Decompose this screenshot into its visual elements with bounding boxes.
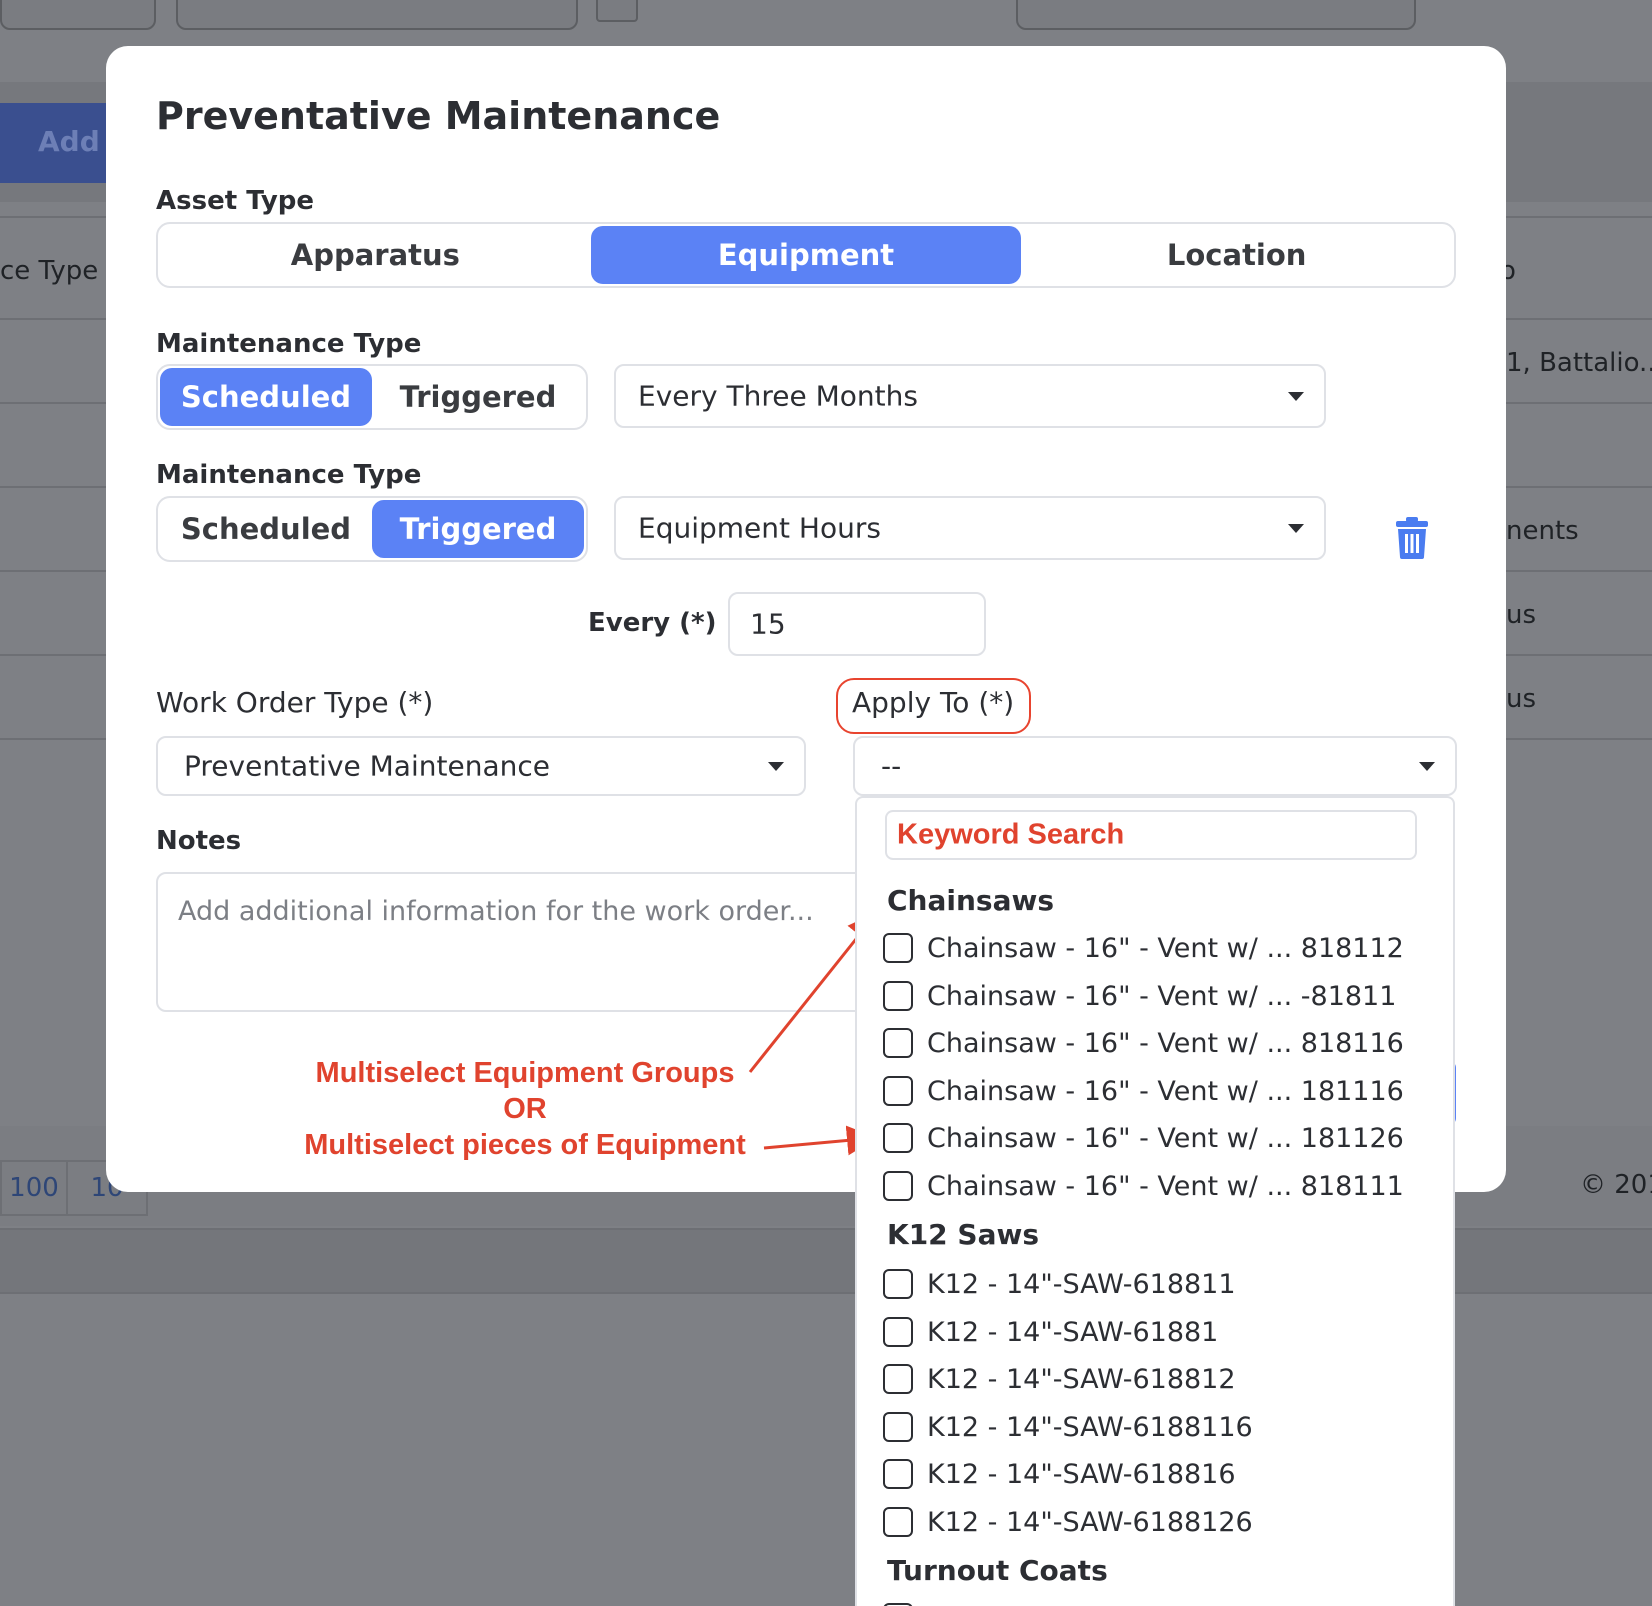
- keyword-search-input[interactable]: Keyword Search: [885, 810, 1417, 860]
- option-item[interactable]: K12 - 14"-SAW-618811: [883, 1264, 1236, 1304]
- checkbox[interactable]: [883, 981, 913, 1011]
- option-item[interactable]: K12 - 14"-SAW-618816: [883, 1454, 1236, 1494]
- checkbox[interactable]: [883, 933, 913, 963]
- checkbox[interactable]: [883, 1171, 913, 1201]
- checkbox[interactable]: [883, 1028, 913, 1058]
- option-label: Chainsaw - 16" - Vent w/ ... 818116: [927, 1027, 1404, 1059]
- group-turnout-coats[interactable]: Turnout Coats: [887, 1554, 1108, 1587]
- option-item[interactable]: Chainsaw - 16" - Vent w/ ... 818112: [883, 928, 1404, 968]
- option-item[interactable]: Chainsaw - 16" - Vent w/ ... 181116: [883, 1071, 1404, 1111]
- checkbox[interactable]: [883, 1076, 913, 1106]
- keyword-search-placeholder: Keyword Search: [897, 818, 1125, 851]
- option-label: Chainsaw - 16" - Vent w/ ... 818111: [927, 1170, 1404, 1202]
- checkbox[interactable]: [883, 1364, 913, 1394]
- checkbox[interactable]: [883, 1317, 913, 1347]
- checkbox[interactable]: [883, 1507, 913, 1537]
- option-item[interactable]: K12 - 14"-SAW-61881: [883, 1312, 1218, 1352]
- checkbox[interactable]: [883, 1459, 913, 1489]
- option-item[interactable]: Chainsaw - 16" - Vent w/ ... 181126: [883, 1118, 1404, 1158]
- option-item[interactable]: K12 - 14"-SAW-6188126: [883, 1502, 1253, 1542]
- option-item[interactable]: K12 - 14"-SAW-6188116: [883, 1407, 1253, 1447]
- option-label: K12 - 14"-SAW-618811: [927, 1268, 1236, 1300]
- option-item-partial[interactable]: [883, 1598, 927, 1606]
- apply-to-dropdown: Keyword Search Chainsaws Chainsaw - 16" …: [855, 796, 1455, 1606]
- checkbox[interactable]: [883, 1412, 913, 1442]
- option-item[interactable]: Chainsaw - 16" - Vent w/ ... 818111: [883, 1166, 1404, 1206]
- option-label: Chainsaw - 16" - Vent w/ ... 818112: [927, 932, 1404, 964]
- option-label: K12 - 14"-SAW-618812: [927, 1363, 1236, 1395]
- option-label: Chainsaw - 16" - Vent w/ ... 181116: [927, 1075, 1404, 1107]
- group-k12-saws[interactable]: K12 Saws: [887, 1218, 1039, 1251]
- option-item[interactable]: Chainsaw - 16" - Vent w/ ... -81811: [883, 976, 1396, 1016]
- checkbox[interactable]: [883, 1123, 913, 1153]
- option-item[interactable]: Chainsaw - 16" - Vent w/ ... 818116: [883, 1023, 1404, 1063]
- checkbox[interactable]: [883, 1269, 913, 1299]
- option-label: K12 - 14"-SAW-6188126: [927, 1506, 1253, 1538]
- option-label: K12 - 14"-SAW-61881: [927, 1316, 1219, 1348]
- option-item[interactable]: K12 - 14"-SAW-618812: [883, 1359, 1236, 1399]
- group-chainsaws[interactable]: Chainsaws: [887, 884, 1054, 917]
- option-label: Chainsaw - 16" - Vent w/ ... -81811: [927, 980, 1397, 1012]
- option-label: K12 - 14"-SAW-618816: [927, 1458, 1236, 1490]
- option-label: Chainsaw - 16" - Vent w/ ... 181126: [927, 1122, 1404, 1154]
- option-label: K12 - 14"-SAW-6188116: [927, 1411, 1253, 1443]
